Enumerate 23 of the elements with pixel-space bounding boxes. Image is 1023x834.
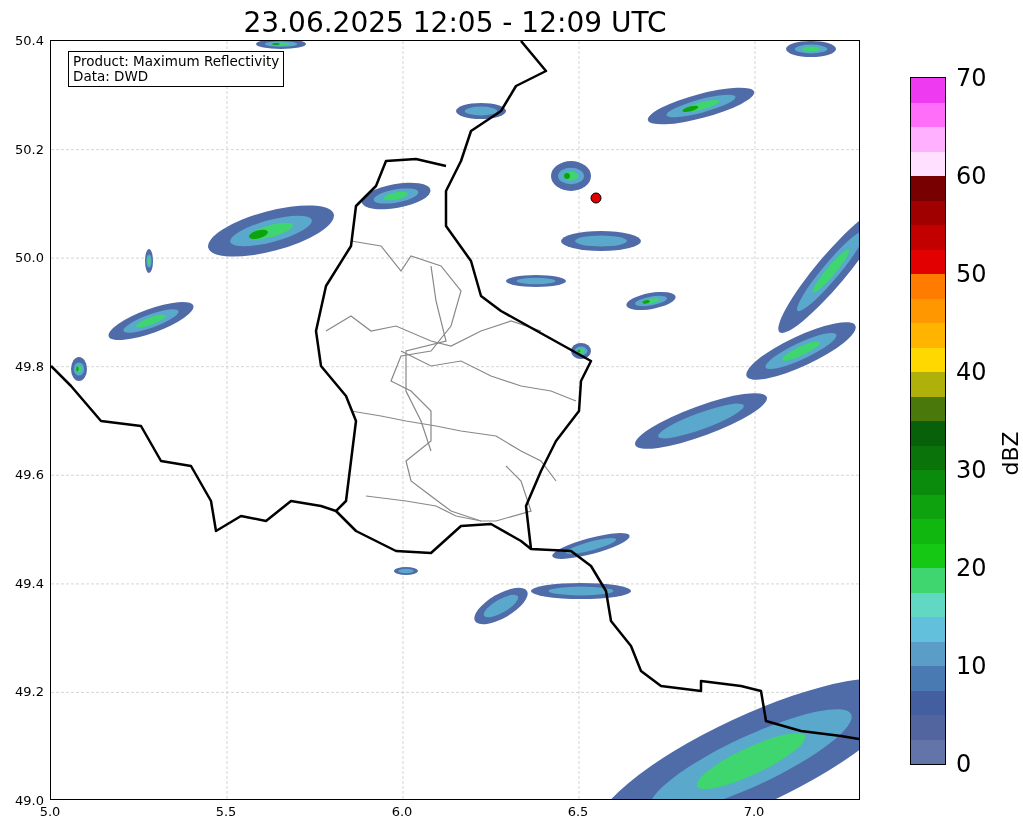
colorbar-label: dBZ <box>997 431 1023 476</box>
y-tick-label: 50.4 <box>15 32 44 48</box>
colorbar-tick-label: 50 <box>956 260 987 288</box>
x-tick-label: 6.5 <box>567 804 589 819</box>
colorbar-tick-label: 40 <box>956 358 987 386</box>
colorbar-tick-label: 0 <box>956 750 972 778</box>
colorbar-tick-label: 20 <box>956 554 987 582</box>
x-tick-label: 7.0 <box>743 804 765 819</box>
y-tick-label: 50.0 <box>15 249 44 265</box>
info-text: Data: DWD <box>73 69 150 84</box>
colorbar-tick-label: 30 <box>956 456 987 484</box>
colorbar-tick-label: 60 <box>956 162 987 190</box>
y-tick-label: 49.8 <box>15 358 44 374</box>
y-tick-label: 49.4 <box>15 575 44 591</box>
colorbar-tick-label: 70 <box>956 64 987 92</box>
info-text: Product: Maximum Reflectivity <box>73 54 280 69</box>
chart-title: 23.06.2025 12:05 - 12:09 UTC <box>243 6 667 40</box>
x-tick-label: 6.0 <box>391 804 413 819</box>
y-tick-label: 49.2 <box>15 683 44 699</box>
colorbar-tick-label: 10 <box>956 652 987 680</box>
y-tick-label: 49.6 <box>15 466 44 482</box>
x-tick-label: 5.5 <box>215 804 237 819</box>
y-tick-label: 50.2 <box>15 141 44 157</box>
